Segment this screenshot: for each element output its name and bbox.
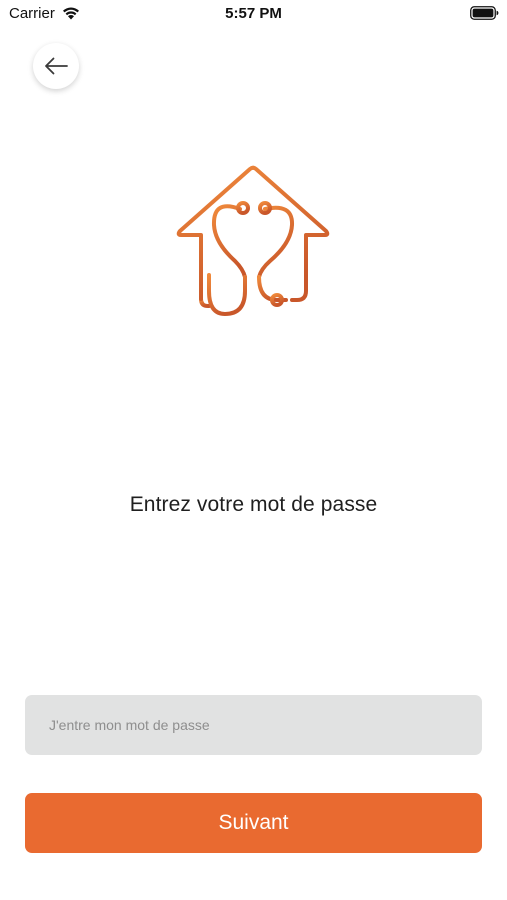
status-bar: Carrier 5:57 PM (0, 0, 507, 28)
battery-icon (470, 6, 499, 20)
back-button[interactable] (33, 43, 79, 89)
arrow-left-icon (45, 57, 68, 75)
house-stethoscope-logo (173, 163, 333, 323)
page-title: Entrez votre mot de passe (129, 493, 378, 516)
status-time: 5:57 PM (225, 5, 282, 22)
next-button[interactable]: Suivant (25, 793, 482, 853)
password-input[interactable] (25, 695, 482, 755)
